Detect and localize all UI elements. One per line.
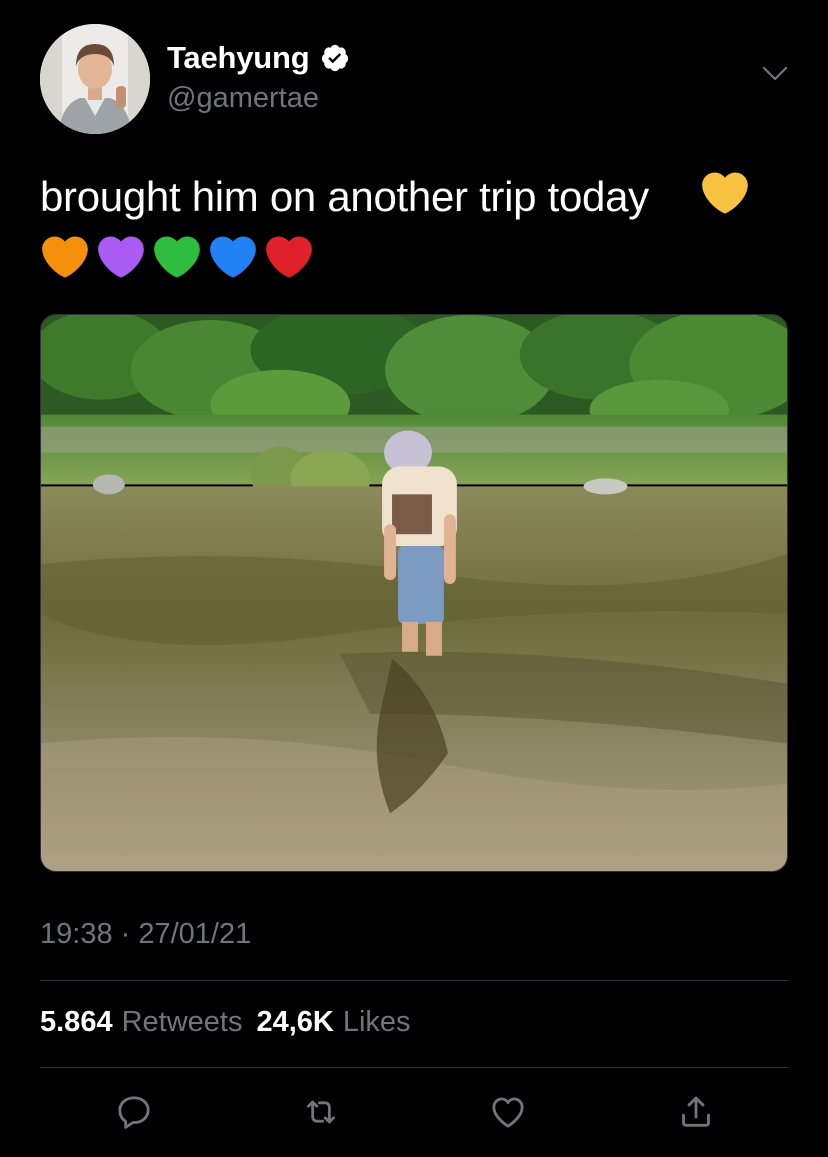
blue-heart-icon [210, 236, 256, 278]
retweets-count: 5.864 [40, 1006, 113, 1038]
display-name: Taehyung [167, 40, 310, 75]
tweet-timestamp[interactable]: 19:38 · 27/01/21 [40, 918, 251, 951]
orange-heart-icon [42, 236, 88, 278]
tweet-text: brought him on another trip today [40, 173, 649, 220]
likes-label: Likes [342, 1006, 411, 1038]
retweets-label: Retweets [121, 1006, 243, 1038]
share-icon [682, 1096, 710, 1127]
divider [40, 1067, 788, 1068]
retweet-icon [307, 1100, 335, 1124]
verified-badge-icon [321, 44, 348, 72]
reply-icon [118, 1096, 150, 1129]
yellow-heart-icon [702, 172, 748, 214]
chevron-down-icon[interactable] [762, 66, 788, 82]
user-info[interactable]: Taehyung @gamertae [167, 40, 350, 115]
river-photo [41, 315, 787, 871]
emoji-row [42, 234, 312, 280]
avatar[interactable] [40, 24, 150, 134]
retweet-button[interactable] [295, 1086, 347, 1138]
likes-stat[interactable]: 24,6K Likes [256, 1006, 410, 1039]
tweet: Taehyung @gamertae brought him on anothe… [0, 0, 828, 1157]
handle: @gamertae [167, 82, 319, 114]
avatar-image [40, 24, 150, 134]
green-heart-icon [154, 236, 200, 278]
tweet-photo[interactable] [40, 314, 788, 872]
tweet-stats: 5.864 Retweets 24,6K Likes [40, 1006, 411, 1039]
reply-button[interactable] [108, 1086, 160, 1138]
purple-heart-icon [98, 236, 144, 278]
retweets-stat[interactable]: 5.864 Retweets [40, 1006, 242, 1039]
divider [40, 980, 788, 981]
share-button[interactable] [670, 1086, 722, 1138]
action-bar [40, 1086, 788, 1138]
red-heart-icon [266, 236, 312, 278]
like-icon [492, 1097, 524, 1128]
like-button[interactable] [482, 1086, 534, 1138]
likes-count: 24,6K [256, 1006, 334, 1038]
